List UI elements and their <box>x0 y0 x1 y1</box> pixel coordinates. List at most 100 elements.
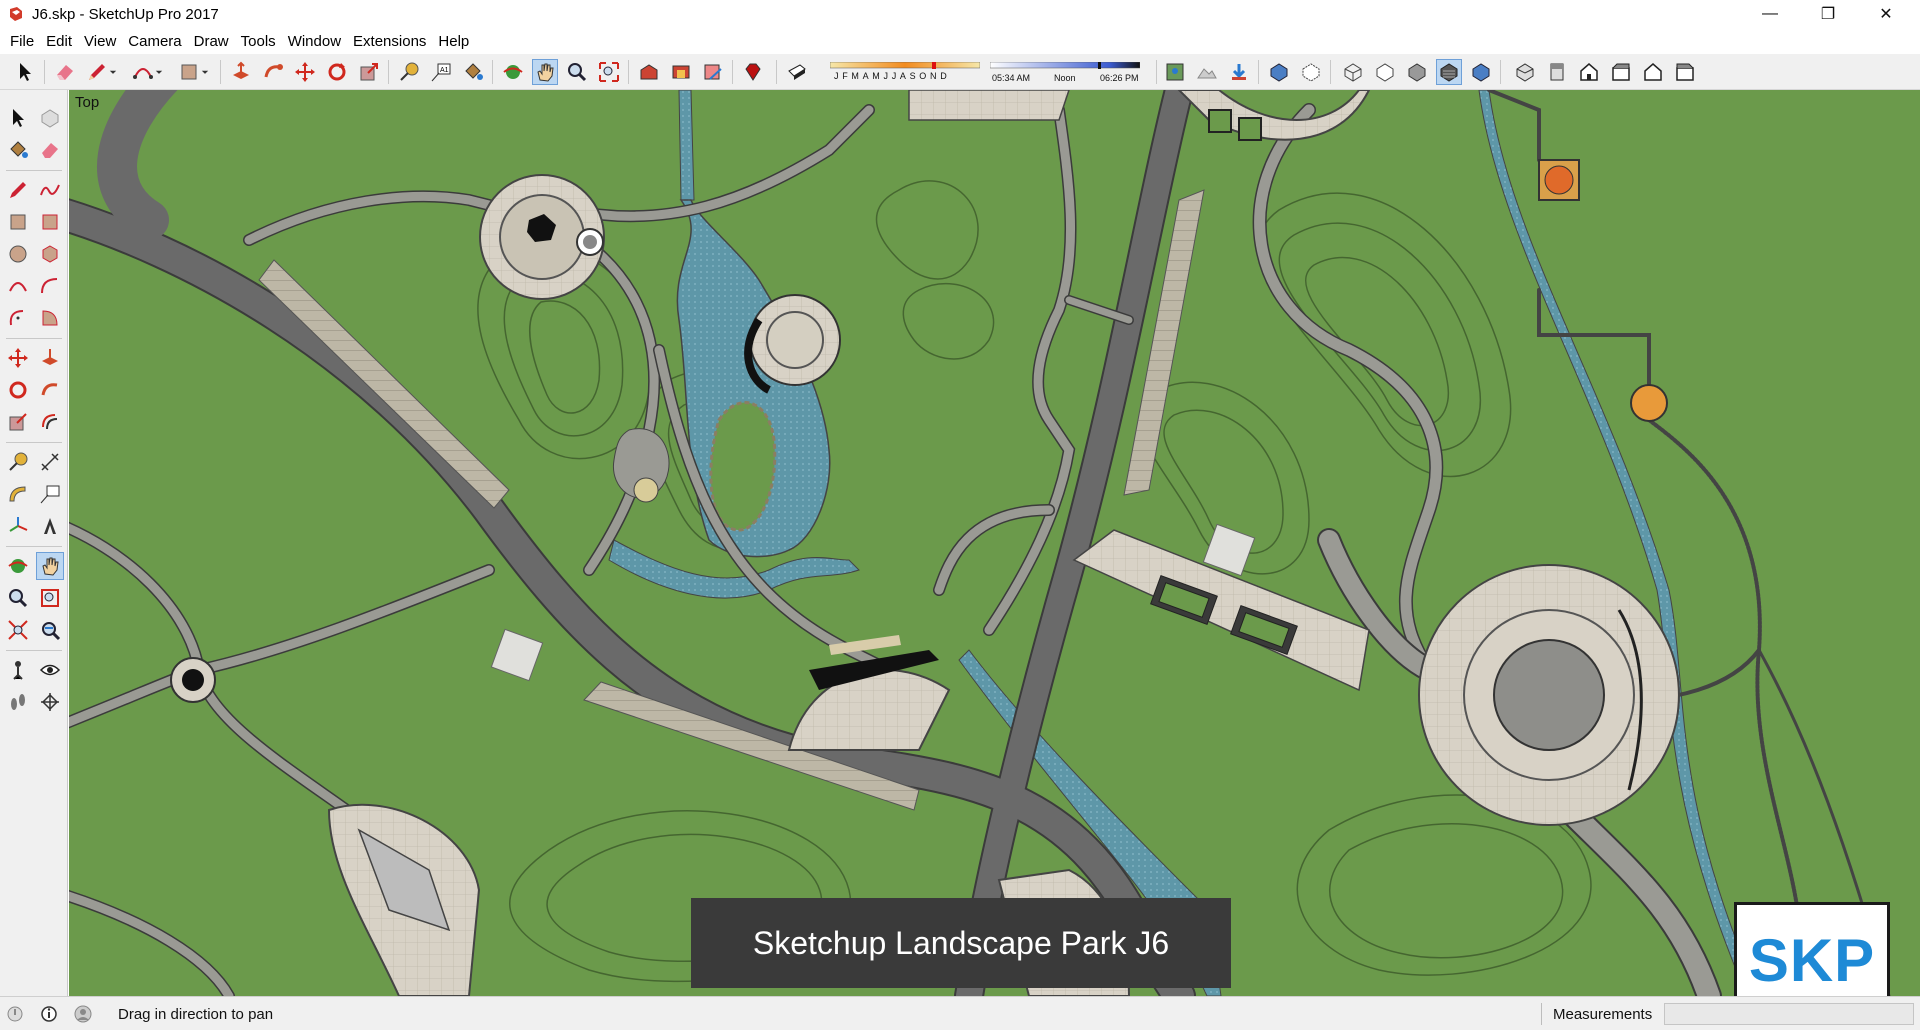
section-plane-tool[interactable] <box>36 688 64 716</box>
eraser-tool[interactable] <box>36 136 64 164</box>
menu-camera[interactable]: Camera <box>122 33 187 50</box>
rotate-tool-button[interactable] <box>324 59 350 85</box>
arc-tool-dropdown[interactable] <box>152 59 166 85</box>
look-around-tool[interactable] <box>36 656 64 684</box>
zoom-extents-tool[interactable] <box>4 616 32 644</box>
push-pull-tool[interactable] <box>36 344 64 372</box>
zoom-window-tool[interactable] <box>36 584 64 612</box>
hidden-line-style-button[interactable] <box>1372 59 1398 85</box>
front-view-button[interactable] <box>1576 59 1602 85</box>
two-point-arc-tool[interactable] <box>36 272 64 300</box>
extension-manager-button[interactable] <box>740 59 766 85</box>
3d-text-icon <box>44 518 56 534</box>
shape-tool-dropdown[interactable] <box>198 59 212 85</box>
text-tool[interactable] <box>36 480 64 508</box>
rotated-rectangle-tool[interactable] <box>36 208 64 236</box>
menu-tools[interactable]: Tools <box>235 33 282 50</box>
geo-location-status-icon[interactable] <box>6 1005 24 1023</box>
move-tool[interactable] <box>4 344 32 372</box>
menu-edit[interactable]: Edit <box>40 33 78 50</box>
layout-send-button[interactable] <box>700 59 726 85</box>
shadows-toggle-button[interactable] <box>784 59 810 85</box>
back-edges-style-button[interactable] <box>1298 59 1324 85</box>
line-tool-dropdown[interactable] <box>106 59 120 85</box>
window-title: J6.skp - SketchUp Pro 2017 <box>32 5 219 23</box>
iso-view-button[interactable] <box>1512 59 1538 85</box>
paint-bucket-tool[interactable] <box>4 136 32 164</box>
arc-icon <box>9 282 27 292</box>
contour-hills <box>477 180 1592 983</box>
follow-me-tool[interactable] <box>36 376 64 404</box>
position-camera-tool[interactable] <box>4 656 32 684</box>
dimension-tool[interactable] <box>36 448 64 476</box>
protractor-tool[interactable] <box>4 480 32 508</box>
right-view-button[interactable] <box>1608 59 1634 85</box>
left-view-button[interactable] <box>1672 59 1698 85</box>
shaded-textures-style-button[interactable] <box>1436 59 1462 85</box>
status-bar: Drag in direction to pan Measurements <box>0 996 1920 1030</box>
offset-tool[interactable] <box>36 408 64 436</box>
close-button[interactable]: ✕ <box>1858 0 1914 28</box>
walk-tool[interactable] <box>4 688 32 716</box>
paint-bucket-tool-button[interactable] <box>460 59 486 85</box>
wireframe-icon <box>1344 63 1362 82</box>
extension-warehouse-button[interactable] <box>668 59 694 85</box>
previous-view-tool[interactable] <box>36 616 64 644</box>
toggle-terrain-button[interactable] <box>1194 59 1220 85</box>
pie-tool[interactable] <box>36 304 64 332</box>
polygon-tool[interactable] <box>36 240 64 268</box>
minimize-button[interactable]: — <box>1742 0 1798 28</box>
line-tool[interactable] <box>4 176 32 204</box>
menu-extensions[interactable]: Extensions <box>347 33 432 50</box>
rotate-tool[interactable] <box>4 376 32 404</box>
3d-text-tool[interactable] <box>36 512 64 540</box>
follow-me-tool-button[interactable] <box>260 59 286 85</box>
menu-help[interactable]: Help <box>432 33 475 50</box>
add-location-button[interactable] <box>1162 59 1188 85</box>
tape-measure-tool-button[interactable] <box>396 59 422 85</box>
push-pull-tool-button[interactable] <box>228 59 254 85</box>
shaded-style-button[interactable] <box>1404 59 1430 85</box>
menu-view[interactable]: View <box>78 33 122 50</box>
rectangle-tool[interactable] <box>4 208 32 236</box>
arc-tool[interactable] <box>4 272 32 300</box>
3d-warehouse-button[interactable] <box>636 59 662 85</box>
rotate-icon <box>328 63 346 81</box>
orbit-tool-button[interactable] <box>500 59 526 85</box>
eraser-tool-button[interactable] <box>52 59 78 85</box>
scale-tool[interactable] <box>4 408 32 436</box>
zoom-extents-button[interactable] <box>596 59 622 85</box>
monochrome-style-button[interactable] <box>1468 59 1494 85</box>
photo-textures-button[interactable] <box>1226 59 1252 85</box>
menu-file[interactable]: File <box>4 33 40 50</box>
freehand-tool[interactable] <box>36 176 64 204</box>
model-viewport[interactable]: Top Sketchup Landscape Park J6 SKP <box>69 90 1920 996</box>
text-tool-button[interactable]: A1 <box>428 59 454 85</box>
menu-window[interactable]: Window <box>282 33 347 50</box>
back-view-button[interactable] <box>1640 59 1666 85</box>
select-tool[interactable] <box>4 104 32 132</box>
credits-info-icon[interactable] <box>40 1005 58 1023</box>
main-roads <box>69 90 1196 996</box>
axes-tool[interactable] <box>4 512 32 540</box>
zoom-tool-button[interactable] <box>564 59 590 85</box>
restore-button[interactable]: ❐ <box>1800 0 1856 28</box>
tape-measure-tool[interactable] <box>4 448 32 476</box>
select-tool-button[interactable] <box>12 59 38 85</box>
scale-tool-button[interactable] <box>356 59 382 85</box>
zoom-tool[interactable] <box>4 584 32 612</box>
menu-draw[interactable]: Draw <box>188 33 235 50</box>
pan-tool[interactable] <box>36 552 64 580</box>
xray-style-button[interactable] <box>1266 59 1292 85</box>
make-component-tool[interactable] <box>36 104 64 132</box>
circle-tool[interactable] <box>4 240 32 268</box>
user-account-icon[interactable] <box>74 1005 92 1023</box>
measurements-input[interactable] <box>1664 1003 1914 1025</box>
move-tool-button[interactable] <box>292 59 318 85</box>
pan-tool-button[interactable] <box>532 59 558 85</box>
three-point-arc-tool[interactable] <box>4 304 32 332</box>
top-view-button[interactable] <box>1544 59 1570 85</box>
orbit-tool[interactable] <box>4 552 32 580</box>
park-site-plan <box>69 90 1891 996</box>
wireframe-style-button[interactable] <box>1340 59 1366 85</box>
